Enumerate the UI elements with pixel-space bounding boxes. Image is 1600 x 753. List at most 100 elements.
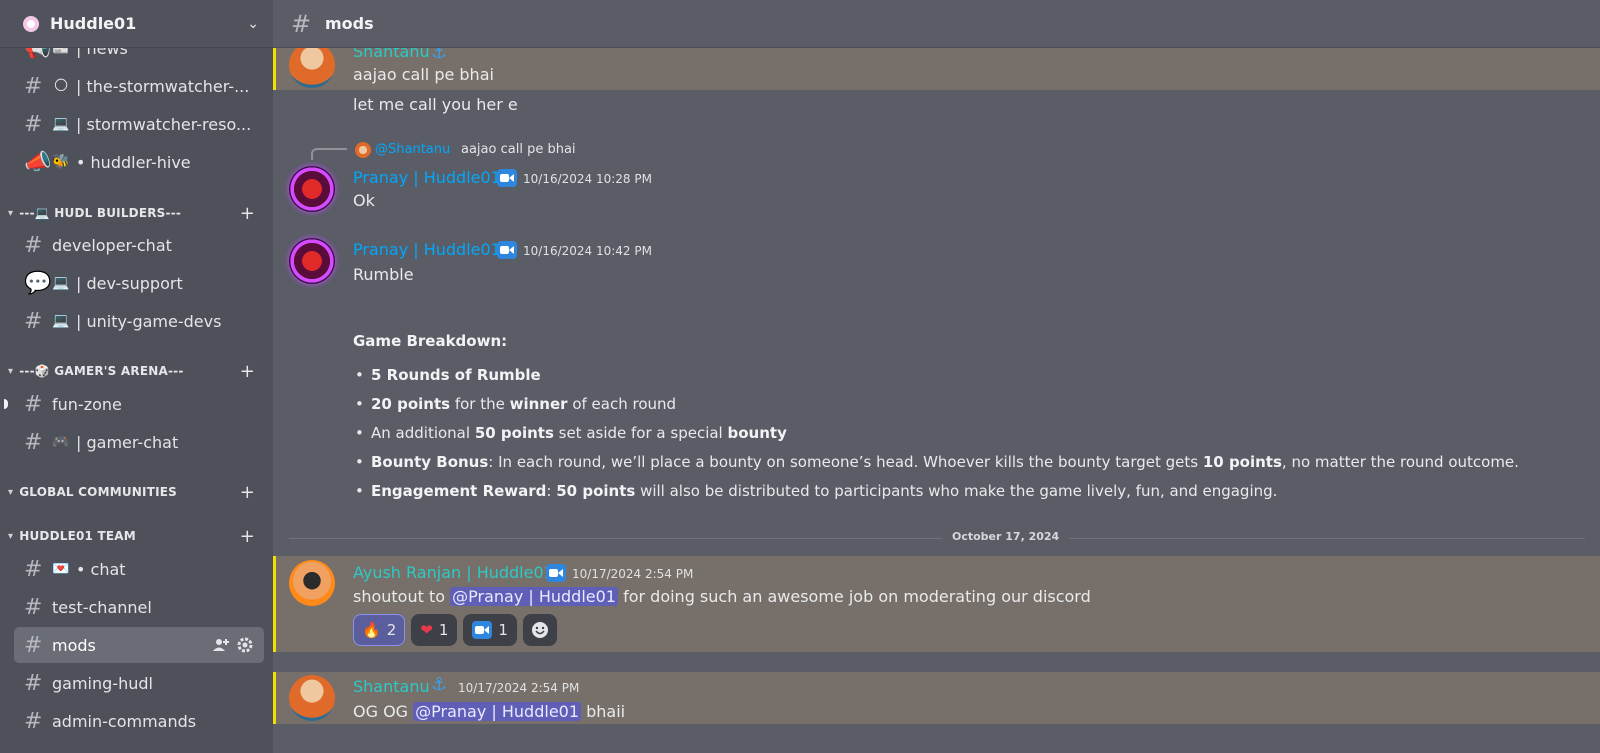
message-text: Ok: [353, 191, 375, 210]
moon-icon: 🌕: [53, 78, 69, 94]
channel-admin-commands[interactable]: # admin-commands: [14, 703, 264, 739]
category-hudl-builders[interactable]: ▾ ---💻 HUDL BUILDERS--- +: [8, 202, 265, 224]
channel-test-channel[interactable]: # test-channel: [14, 589, 264, 625]
user-mention[interactable]: @Pranay | Huddle01: [450, 587, 618, 606]
category-global-communities[interactable]: ▾ GLOBAL COMMUNITIES +: [8, 481, 265, 503]
channel-unity-game-devs[interactable]: # 💻 | unity-game-devs: [14, 303, 264, 339]
hash-icon: #: [24, 73, 43, 99]
channel-developer-chat[interactable]: # developer-chat: [14, 227, 264, 263]
category-gamers-arena[interactable]: ▾ ---🎲 GAMER'S ARENA--- +: [8, 360, 265, 382]
gear-icon[interactable]: [236, 636, 254, 654]
video-badge-icon: [497, 241, 517, 259]
stage-icon: 📣: [24, 149, 52, 175]
reaction-fire[interactable]: 🔥 2: [353, 614, 406, 646]
forum-icon: 💬: [24, 270, 52, 296]
server-name: Huddle01: [50, 14, 137, 33]
channel-huddler-hive[interactable]: 📣 🐝 • huddler-hive: [14, 144, 264, 180]
discord-app: Huddle01 ⌄ 📢 📰 | news # 🌕 | the-stormwat…: [0, 0, 1600, 753]
channel-dev-support[interactable]: 💬 💻 | dev-support: [14, 265, 264, 301]
video-badge-icon: [497, 169, 517, 187]
add-channel-icon[interactable]: +: [240, 203, 255, 224]
chevron-down-icon: ▾: [8, 365, 14, 377]
add-channel-icon[interactable]: +: [240, 361, 255, 382]
message-timestamp: 10/16/2024 10:42 PM: [523, 244, 652, 258]
smiley-icon: [531, 622, 548, 638]
hash-icon: #: [24, 594, 43, 620]
bee-icon: 🐝: [52, 154, 70, 170]
channel-fun-zone[interactable]: # fun-zone: [14, 386, 264, 422]
chevron-down-icon: ▾: [8, 486, 14, 498]
list-item: An additional 50 points set aside for a …: [355, 424, 787, 442]
message-author[interactable]: Pranay | Huddle01: [353, 240, 501, 259]
list-item: 20 points for the winner of each round: [355, 395, 676, 413]
invite-member-icon[interactable]: [212, 636, 230, 654]
message-list[interactable]: Shantanu aajao call pe bhai let me call …: [273, 48, 1600, 753]
hash-icon: #: [24, 556, 43, 582]
message-author[interactable]: Ayush Ranjan | Huddle01: [353, 563, 554, 582]
message-timestamp: 10/16/2024 10:28 PM: [523, 172, 652, 186]
channel-mods[interactable]: # mods: [14, 627, 264, 663]
channel-gamer-chat[interactable]: # 🎮 | gamer-chat: [14, 424, 264, 460]
add-channel-icon[interactable]: +: [240, 482, 255, 503]
channel-chat[interactable]: # 💌 • chat: [14, 551, 264, 587]
channel-title: mods: [325, 14, 374, 33]
list-item: 5 Rounds of Rumble: [355, 366, 541, 384]
unread-indicator: [4, 399, 8, 409]
heart-icon: ❤: [420, 621, 433, 639]
add-channel-icon[interactable]: +: [240, 526, 255, 547]
laptop-icon: 💻: [52, 116, 70, 132]
hash-icon: #: [24, 391, 43, 417]
laptop-icon: 💻: [52, 275, 70, 291]
game-breakdown-heading: Game Breakdown:: [353, 332, 508, 350]
add-reaction-button[interactable]: [522, 614, 557, 646]
category-huddle01-team[interactable]: ▾ HUDDLE01 TEAM +: [8, 525, 265, 547]
message-author[interactable]: Shantanu: [353, 48, 430, 61]
channel-gaming-hudl[interactable]: # gaming-hudl: [14, 665, 264, 701]
reply-avatar: [355, 142, 371, 158]
fire-icon: 🔥: [362, 621, 381, 639]
message-text: shoutout to @Pranay | Huddle01 for doing…: [353, 587, 1091, 606]
hash-icon: #: [291, 9, 312, 38]
avatar[interactable]: [289, 675, 335, 721]
message-text: let me call you her e: [353, 95, 518, 114]
chevron-down-icon: ▾: [8, 207, 14, 219]
hash-icon: #: [24, 232, 43, 258]
message-author[interactable]: Shantanu: [353, 677, 430, 696]
hash-icon: #: [24, 111, 43, 137]
user-mention[interactable]: @Pranay | Huddle01: [413, 702, 582, 721]
message-text: OG OG @Pranay | Huddle01 bhaii: [353, 702, 626, 721]
message-text: aajao call pe bhai: [353, 65, 494, 84]
avatar[interactable]: [289, 166, 335, 212]
message-timestamp: 10/17/2024 2:54 PM: [572, 567, 694, 581]
chat-main: # mods Shantanu aajao call pe bhai let m…: [273, 0, 1600, 753]
hash-icon: #: [24, 632, 43, 658]
avatar[interactable]: [289, 238, 335, 284]
date-divider-label: October 17, 2024: [942, 530, 1070, 543]
reaction-heart[interactable]: ❤ 1: [411, 614, 458, 646]
video-badge-icon: [472, 621, 493, 639]
channel-the-stormwatcher[interactable]: # 🌕 | the-stormwatcher-...: [14, 68, 264, 104]
gamepad-icon: 🎮: [52, 434, 70, 450]
list-item: Engagement Reward: 50 points will also b…: [355, 482, 1277, 500]
channel-header: # mods: [273, 0, 1600, 48]
anchor-icon: ⚓: [431, 48, 448, 63]
message-author[interactable]: Pranay | Huddle01: [353, 168, 501, 187]
message-timestamp: 10/17/2024 2:54 PM: [458, 681, 580, 695]
reply-connector: [311, 148, 347, 160]
hash-icon: #: [24, 708, 43, 734]
channel-stormwatcher-resources[interactable]: # 💻 | stormwatcher-reso...: [14, 106, 264, 142]
avatar[interactable]: [289, 560, 335, 606]
reaction-camera-badge[interactable]: 1: [463, 614, 517, 646]
server-header[interactable]: Huddle01 ⌄: [0, 0, 273, 48]
message-text: Rumble: [353, 265, 414, 284]
list-item: Bounty Bonus: In each round, we’ll place…: [355, 453, 1519, 471]
date-divider: [289, 538, 1585, 539]
reply-text[interactable]: aajao call pe bhai: [461, 142, 576, 157]
love-letter-icon: 💌: [52, 561, 70, 577]
anchor-icon: ⚓: [431, 674, 448, 695]
video-badge-icon: [546, 564, 566, 582]
chevron-down-icon[interactable]: ⌄: [247, 16, 259, 32]
channel-sidebar: Huddle01 ⌄ 📢 📰 | news # 🌕 | the-stormwat…: [0, 0, 273, 753]
reply-author[interactable]: @Shantanu: [375, 142, 450, 157]
hash-icon: #: [24, 308, 43, 334]
